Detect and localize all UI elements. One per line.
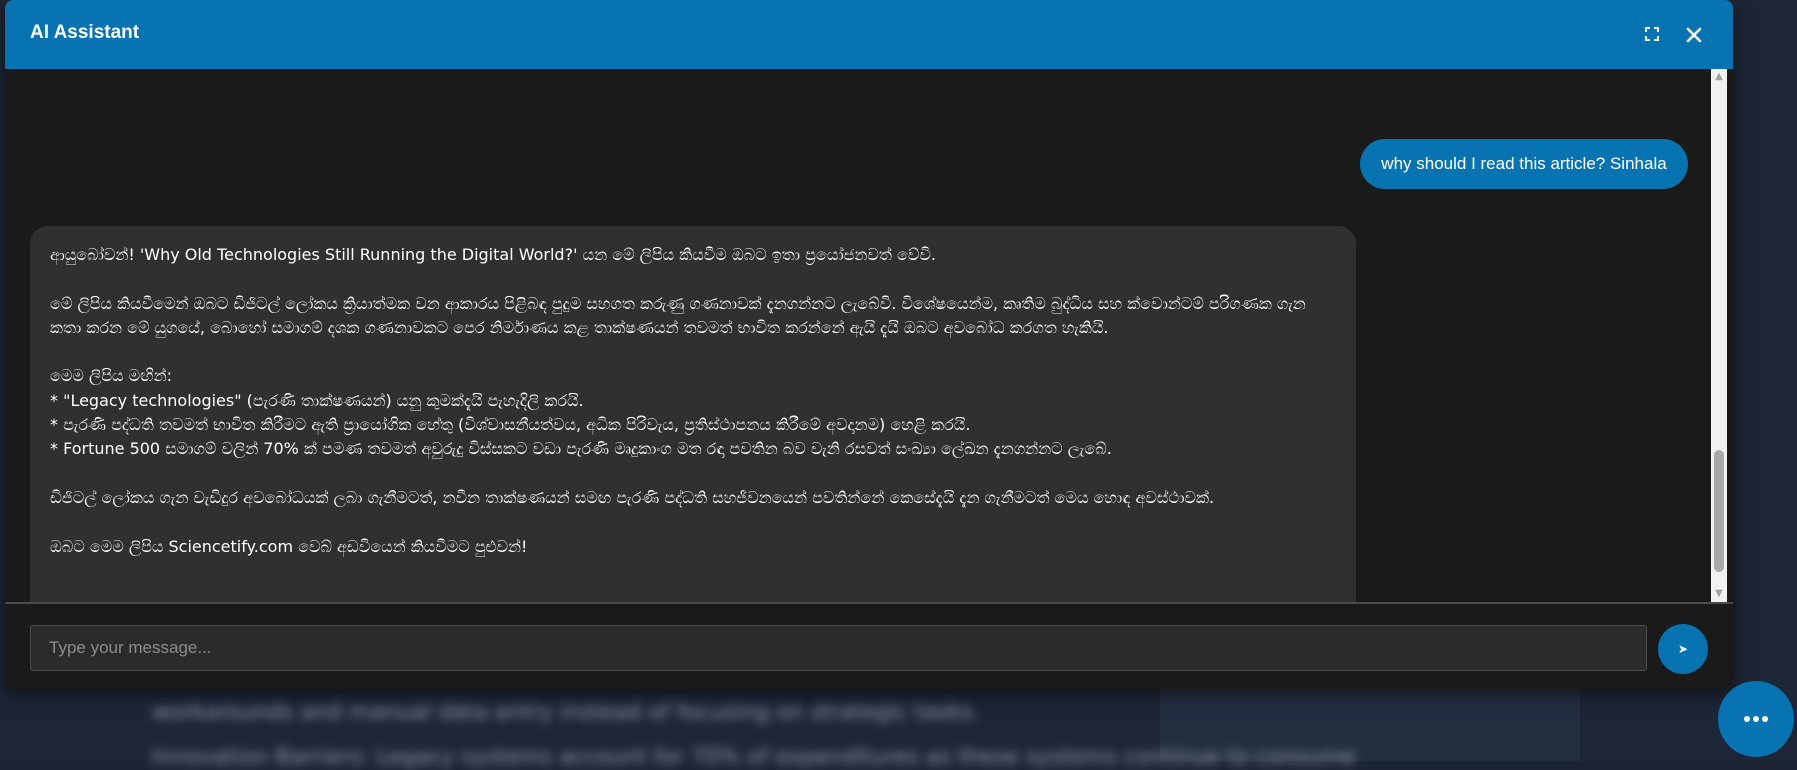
scroll-down-arrow[interactable]: ▼ <box>1711 586 1727 602</box>
scroll-up-arrow[interactable]: ▲ <box>1711 69 1727 85</box>
messages-scrollbar[interactable]: ▲ ▼ <box>1711 69 1727 602</box>
background-text-line: Innovation Barriers: Legacy systems acco… <box>152 745 1356 770</box>
assistant-message: ආයුබෝවන්! 'Why Old Technologies Still Ru… <box>30 226 1356 647</box>
background-text-line: workarounds and manual data entry instea… <box>152 700 980 725</box>
assistant-window: AI Assistant why should I read this arti… <box>5 0 1733 690</box>
send-button[interactable]: ➤ <box>1658 624 1708 674</box>
assistant-paragraph: ඩිජිටල් ලෝකය ගැන වැඩිදුර අවබෝධයක් ලබා ගැ… <box>50 487 1215 507</box>
user-message: why should I read this article? Sinhala <box>1360 139 1688 189</box>
assistant-paragraph: ආයුබෝවන්! 'Why Old Technologies Still Ru… <box>50 245 936 264</box>
messages-area[interactable]: why should I read this article? Sinhala … <box>5 69 1733 647</box>
more-dots-icon <box>1744 716 1768 722</box>
close-icon <box>1686 27 1702 43</box>
assistant-list-item: * "Legacy technologies" (පැරණි තාක්ෂණයන්… <box>50 390 584 410</box>
send-icon: ➤ <box>1677 642 1689 656</box>
assistant-paragraph: ඔබට මෙම ලිපිය Sciencetify.com වෙබ් අඩවිය… <box>50 536 528 556</box>
message-input[interactable] <box>30 625 1647 671</box>
scroll-thumb[interactable] <box>1714 450 1724 572</box>
assistant-list-heading: මෙම ලිපිය මඟින්: <box>50 366 172 386</box>
assistant-paragraph: මේ ලිපිය කියවීමෙන් ඔබට ඩිජිටල් ලෝකය ක්‍ර… <box>50 293 1306 337</box>
expand-icon <box>1645 27 1659 41</box>
assistant-list-item: * Fortune 500 සමාගම් වලින් 70% ක් පමණ තව… <box>50 439 1112 459</box>
window-title: AI Assistant <box>30 22 140 43</box>
title-bar: AI Assistant <box>5 0 1733 69</box>
close-button[interactable] <box>1682 23 1706 47</box>
input-area: ➤ <box>5 604 1733 690</box>
assistant-list-item: * පැරණි පද්ධති තවමත් භාවිත කිරීමට ඇති ප්… <box>50 415 971 435</box>
expand-button[interactable] <box>1641 23 1663 45</box>
chat-fab-button[interactable] <box>1718 681 1794 757</box>
